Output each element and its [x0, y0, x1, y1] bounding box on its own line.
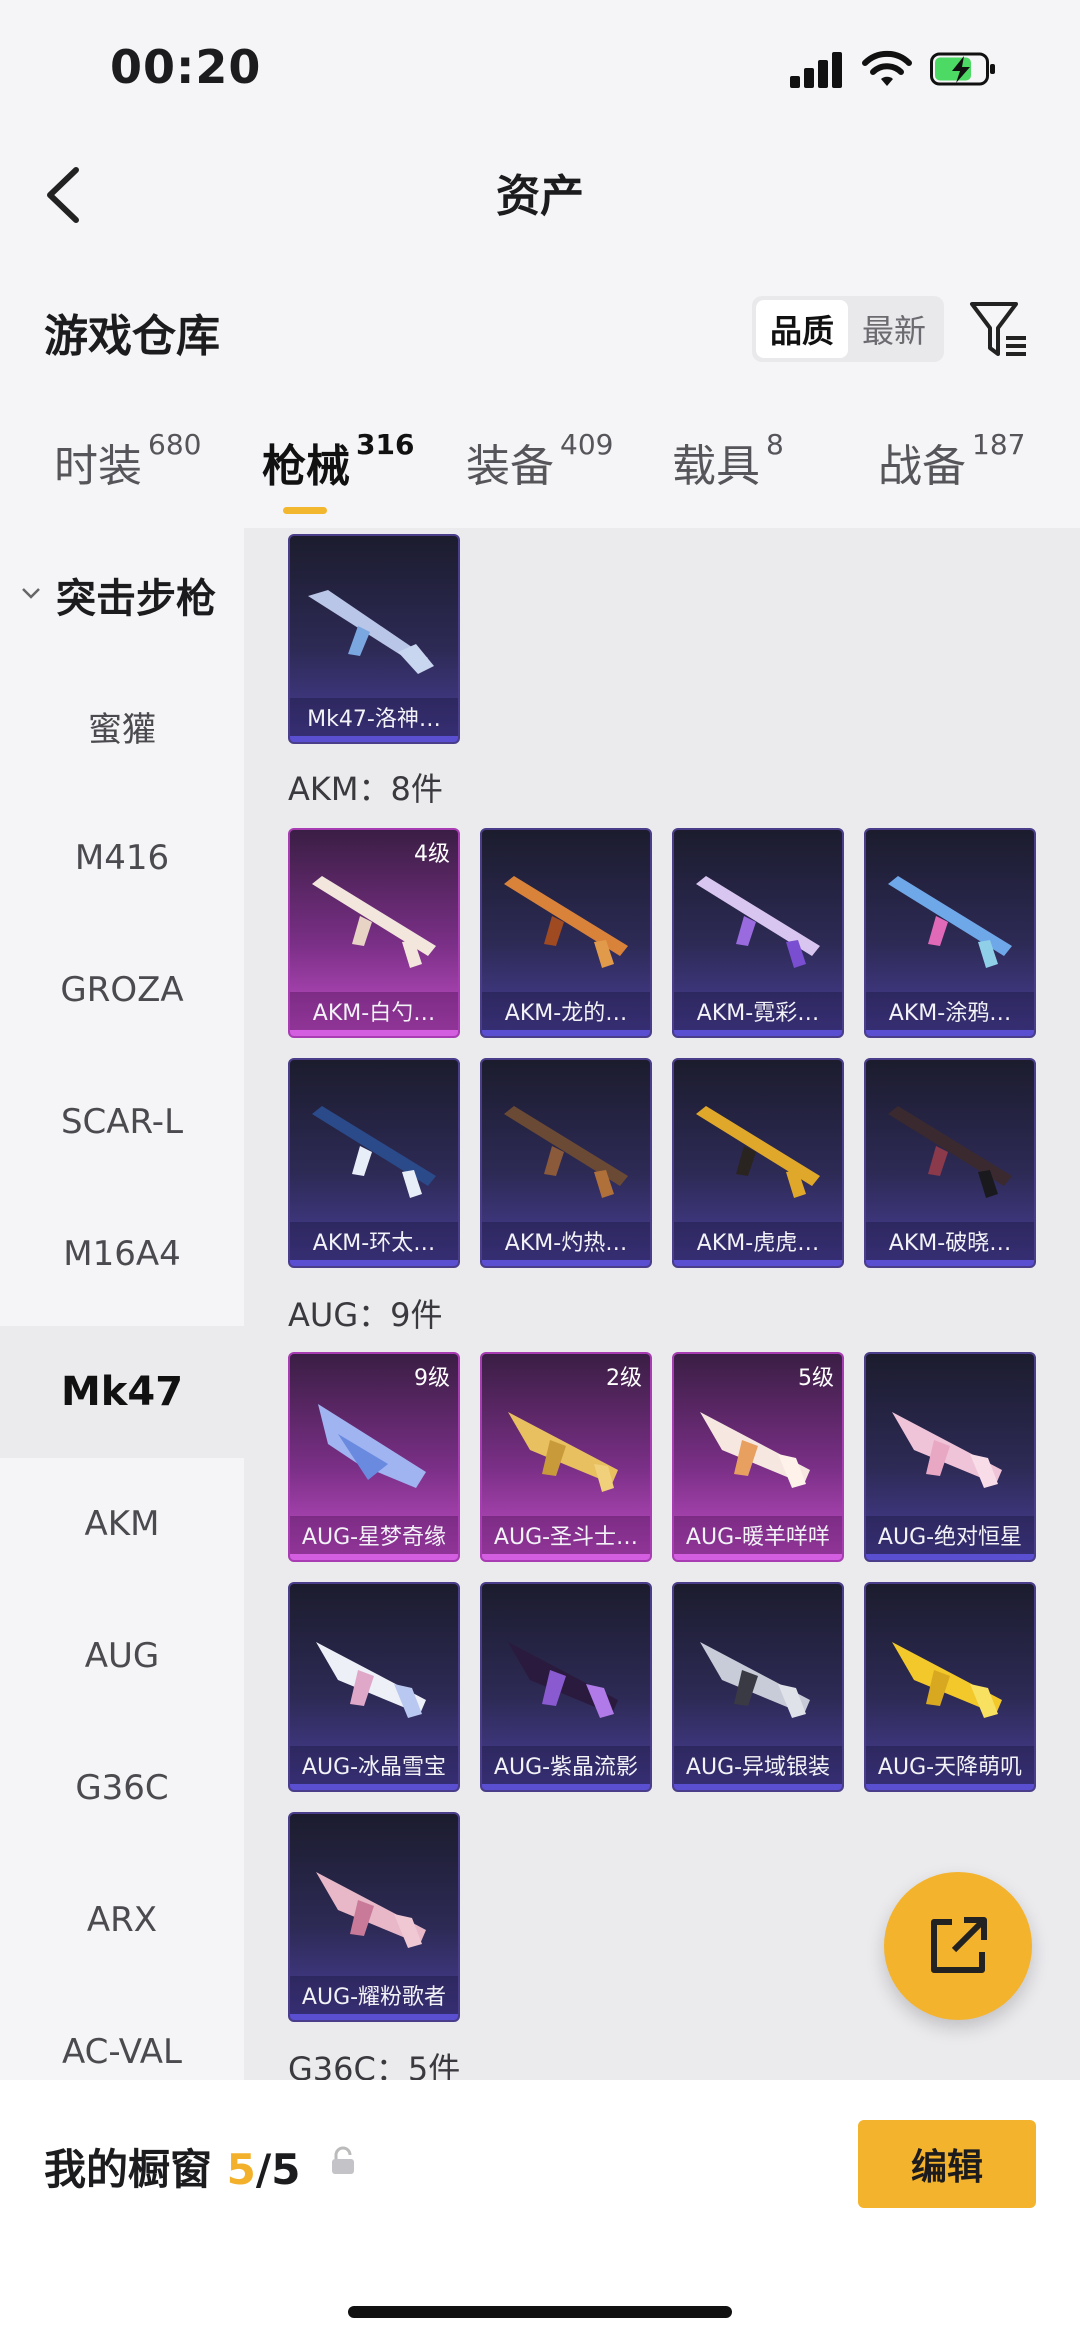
showcase-label: 我的橱窗 5/5	[44, 2145, 301, 2194]
rarity-bar	[482, 1260, 650, 1266]
rarity-bar	[482, 1554, 650, 1560]
rarity-bar	[674, 1554, 842, 1560]
weapon-skin-image	[696, 1106, 820, 1198]
weapon-skin-image	[508, 1412, 618, 1492]
section-heading-akm: AKM：8件	[288, 770, 443, 808]
sort-newest-option[interactable]: 最新	[848, 300, 940, 358]
rarity-bar	[866, 1554, 1034, 1560]
rarity-bar	[482, 1784, 650, 1790]
weapon-skin-image	[892, 1412, 1002, 1488]
tab-fashion[interactable]: 时装 680	[54, 428, 201, 494]
sidebar-item-active[interactable]: Mk47	[0, 1326, 244, 1458]
showcase-count-total: /5	[255, 2145, 301, 2194]
rarity-bar	[290, 736, 458, 742]
weapon-skin-image	[508, 1642, 618, 1718]
battery-charging-icon	[930, 52, 995, 86]
rarity-bar	[482, 1030, 650, 1036]
tab-tactical[interactable]: 战备 187	[878, 428, 1025, 494]
rarity-bar	[674, 1784, 842, 1790]
chevron-down-icon	[22, 588, 40, 599]
warehouse-title: 游戏仓库	[44, 311, 220, 362]
sidebar-item[interactable]: AC-VAL	[0, 1986, 244, 2080]
section-heading-aug: AUG：9件	[288, 1296, 443, 1334]
status-bar: 00:20	[0, 0, 1080, 130]
weapon-skin-image	[318, 1404, 426, 1488]
weapon-card[interactable]: AUG-紫晶流影	[480, 1582, 652, 1792]
weapon-card[interactable]: AKM-灼热…	[480, 1058, 652, 1268]
sort-toggle: 品质 最新	[752, 296, 944, 362]
sidebar-item[interactable]: M16A4	[0, 1188, 244, 1320]
weapon-card[interactable]: Mk47-洛神…	[288, 534, 460, 744]
rarity-bar	[674, 1260, 842, 1266]
rarity-bar	[866, 1030, 1034, 1036]
weapon-card[interactable]: 4级 AKM-白勺…	[288, 828, 460, 1038]
lock-icon[interactable]	[330, 2146, 356, 2176]
weapon-skin-image	[700, 1642, 810, 1718]
weapon-card[interactable]: 5级 AUG-暖羊咩咩	[672, 1352, 844, 1562]
weapon-skin-image	[888, 876, 1012, 968]
page-title: 资产	[496, 171, 584, 222]
weapon-card[interactable]: AKM-虎虎…	[672, 1058, 844, 1268]
weapon-card[interactable]: AUG-冰晶雪宝	[288, 1582, 460, 1792]
tab-equipment[interactable]: 装备 409	[466, 428, 613, 494]
weapon-card[interactable]: AKM-龙的…	[480, 828, 652, 1038]
weapon-skin-image	[504, 876, 628, 968]
rarity-bar	[290, 1554, 458, 1560]
rarity-bar	[290, 1260, 458, 1266]
rarity-bar	[290, 2014, 458, 2020]
weapon-card[interactable]: AUG-耀粉歌者	[288, 1812, 460, 2022]
active-tab-indicator	[283, 507, 327, 514]
sidebar-category-assault-rifle[interactable]: 突击步枪	[0, 558, 244, 628]
sidebar-item[interactable]: M416	[0, 792, 244, 924]
weapon-skin-image	[312, 876, 436, 968]
rarity-bar	[866, 1784, 1034, 1790]
weapon-card[interactable]: AUG-异域银装	[672, 1582, 844, 1792]
weapon-grid: Mk47-洛神… AKM：8件 4级 AKM-白勺… AKM-龙的… AKM-霓…	[244, 528, 1080, 2080]
weapon-skin-image	[892, 1642, 1002, 1718]
share-icon	[931, 1917, 987, 1973]
rarity-bar	[290, 1030, 458, 1036]
weapon-card[interactable]: AUG-天降萌叽	[864, 1582, 1036, 1792]
weapon-card[interactable]: AKM-涂鸦…	[864, 828, 1036, 1038]
sidebar-item[interactable]: ARX	[0, 1854, 244, 1986]
sidebar-item[interactable]: GROZA	[0, 924, 244, 1056]
tab-vehicles[interactable]: 载具 8	[672, 428, 784, 494]
weapon-skin-image	[316, 1642, 426, 1718]
sort-quality-option[interactable]: 品质	[756, 300, 848, 358]
showcase-bar: 我的橱窗 5/5 编辑	[0, 2080, 1080, 2337]
status-time: 00:20	[110, 40, 262, 94]
share-fab[interactable]	[884, 1872, 1032, 2020]
home-indicator	[348, 2306, 732, 2318]
weapon-card[interactable]: AKM-环太…	[288, 1058, 460, 1268]
tab-weapons[interactable]: 枪械 316	[262, 428, 414, 494]
signal-icon	[790, 52, 844, 88]
sidebar-item[interactable]: G36C	[0, 1722, 244, 1854]
rarity-bar	[674, 1030, 842, 1036]
weapon-skin-image	[308, 590, 434, 674]
sidebar-item[interactable]: 蜜獾	[0, 660, 244, 792]
filter-icon[interactable]	[968, 298, 1032, 362]
section-heading-g36c: G36C：5件	[288, 2050, 461, 2080]
edit-button[interactable]: 编辑	[858, 2120, 1036, 2208]
weapon-skin-image	[888, 1106, 1012, 1198]
weapon-skin-image	[316, 1872, 426, 1948]
weapon-card[interactable]: 2级 AUG-圣斗士…	[480, 1352, 652, 1562]
wifi-icon	[862, 50, 912, 86]
weapon-card[interactable]: AKM-霓彩…	[672, 828, 844, 1038]
sidebar-item[interactable]: SCAR-L	[0, 1056, 244, 1188]
sidebar-item[interactable]: AKM	[0, 1458, 244, 1590]
weapon-sidebar: 突击步枪 蜜獾 M416 GROZA SCAR-L M16A4 Mk47 AKM…	[0, 528, 244, 2080]
rarity-bar	[866, 1260, 1034, 1266]
showcase-count-current: 5	[226, 2145, 256, 2194]
weapon-skin-image	[312, 1106, 436, 1198]
sidebar-item[interactable]: AUG	[0, 1590, 244, 1722]
weapon-card[interactable]: AUG-绝对恒星	[864, 1352, 1036, 1562]
weapon-skin-image	[696, 876, 820, 968]
category-tabs: 时装 680 枪械 316 装备 409 载具 8 战备 187	[0, 428, 1080, 530]
weapon-skin-image	[700, 1412, 810, 1488]
rarity-bar	[290, 1784, 458, 1790]
weapon-card[interactable]: 9级 AUG-星梦奇缘	[288, 1352, 460, 1562]
weapon-skin-image	[504, 1106, 628, 1198]
weapon-card[interactable]: AKM-破晓…	[864, 1058, 1036, 1268]
